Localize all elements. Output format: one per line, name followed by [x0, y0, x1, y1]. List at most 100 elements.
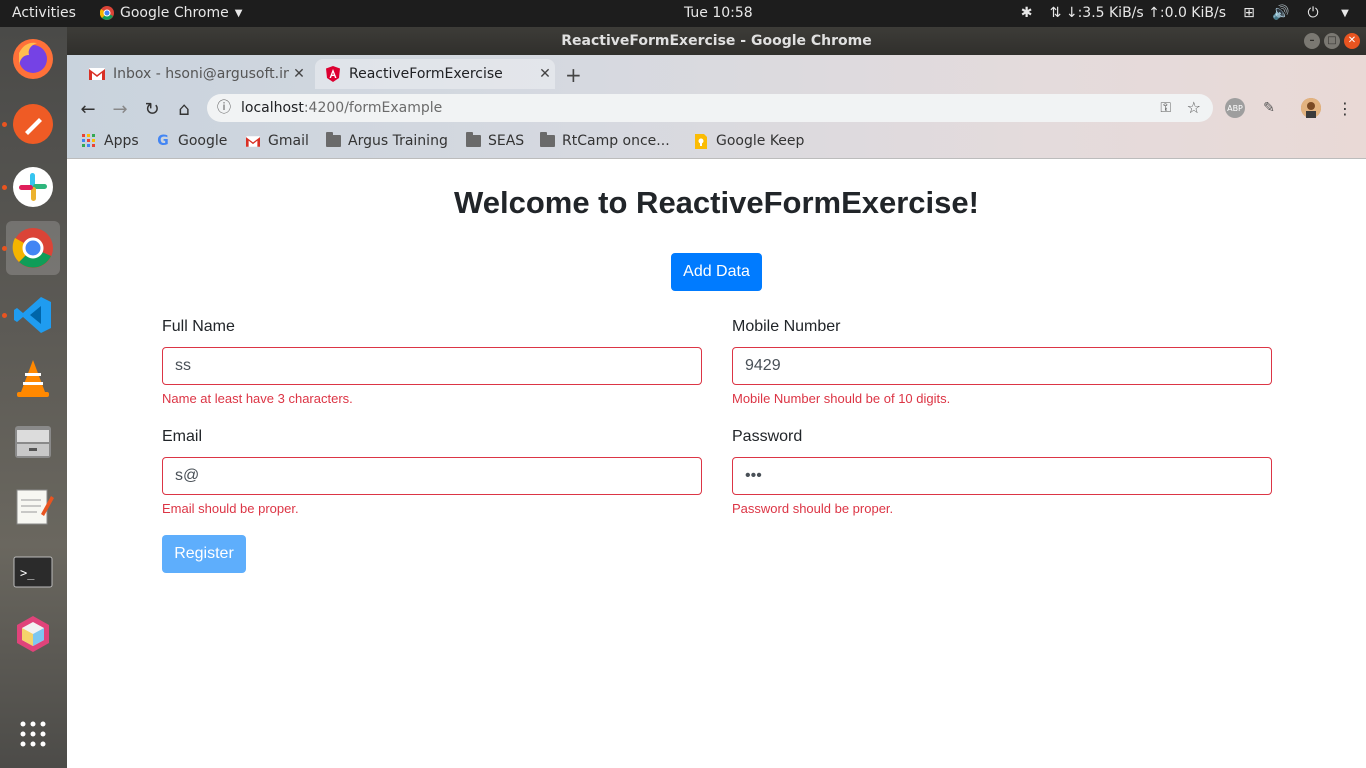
minimize-icon[interactable]: –	[1304, 33, 1320, 49]
tab-close-icon[interactable]: ✕	[535, 66, 555, 82]
tab-label: Inbox - hsoni@argusoft.in	[113, 66, 289, 82]
web-page: Welcome to ReactiveFormExercise! Add Dat…	[67, 159, 1366, 768]
page-title: Welcome to ReactiveFormExercise!	[454, 185, 979, 220]
bookmark-label: Argus Training	[348, 133, 448, 149]
slack-icon[interactable]	[6, 160, 60, 214]
running-indicator	[2, 185, 7, 190]
tab-close-icon[interactable]: ✕	[289, 66, 309, 82]
google-icon: G	[157, 133, 169, 149]
firefox-icon[interactable]	[6, 32, 60, 86]
bookmark-rtcamp[interactable]: RtCamp once...	[539, 132, 670, 149]
running-indicator	[2, 313, 7, 318]
mobile-number-input[interactable]: 9429	[732, 347, 1272, 385]
bookmark-argus-training[interactable]: Argus Training	[325, 132, 448, 149]
bookmark-google-keep[interactable]: Google Keep	[693, 133, 804, 149]
add-data-button[interactable]: Add Data	[671, 253, 762, 291]
browser-chrome: Inbox - hsoni@argusoft.in ✕ ReactiveForm…	[67, 55, 1366, 159]
window-title: ReactiveFormExercise - Google Chrome	[561, 33, 872, 49]
address-bar[interactable]: ⓘ localhost:4200/formExample ⚿ ☆	[207, 94, 1213, 122]
more-menu-icon[interactable]: ⋮	[1335, 98, 1355, 118]
tab-reactiveformexercise[interactable]: ReactiveFormExercise ✕	[315, 59, 555, 89]
home-icon[interactable]: ⌂	[173, 98, 195, 120]
system-top-bar: Activities Google Chrome ▼ Tue 10:58 ✱ ⇅…	[0, 0, 1366, 27]
apps-grid-icon	[81, 133, 97, 149]
box-icon[interactable]	[6, 607, 60, 661]
terminal-icon[interactable]: >_	[6, 545, 60, 599]
window-controls: – □ ✕	[1304, 33, 1360, 49]
adblock-plus-icon[interactable]: ABP	[1225, 98, 1245, 118]
vscode-icon[interactable]	[6, 288, 60, 342]
chevron-down-icon: ▼	[234, 7, 243, 19]
reload-icon[interactable]: ↻	[141, 98, 163, 120]
chevron-down-icon[interactable]: ▼	[1336, 4, 1354, 22]
full-name-input[interactable]: ss	[162, 347, 702, 385]
chrome-window: ReactiveFormExercise - Google Chrome – □…	[67, 27, 1366, 768]
url-text: localhost:4200/formExample	[241, 100, 443, 116]
email-input[interactable]: s@	[162, 457, 702, 495]
email-label: Email	[162, 428, 203, 445]
activities-button[interactable]: Activities	[12, 5, 76, 21]
ubuntu-dock: >_	[0, 27, 67, 768]
text-editor-icon[interactable]	[6, 479, 60, 533]
bookmark-star-icon[interactable]: ☆	[1187, 94, 1201, 122]
window-titlebar[interactable]: ReactiveFormExercise - Google Chrome – □…	[67, 27, 1366, 55]
chrome-small-icon	[100, 6, 114, 20]
maximize-icon[interactable]: □	[1324, 33, 1340, 49]
site-info-icon[interactable]: ⓘ	[217, 94, 231, 122]
slack-tray-icon[interactable]: ✱	[1018, 4, 1036, 22]
power-icon[interactable]: ⏻	[1304, 4, 1322, 22]
tab-strip: Inbox - hsoni@argusoft.in ✕ ReactiveForm…	[67, 55, 1366, 89]
forward-arrow-icon[interactable]: →	[109, 98, 131, 120]
clock[interactable]: Tue 10:58	[684, 5, 753, 21]
app-menu-label: Google Chrome	[120, 5, 229, 21]
angular-icon	[325, 66, 341, 82]
vlc-icon[interactable]	[6, 351, 60, 405]
bookmark-label: Gmail	[268, 133, 309, 149]
chrome-icon[interactable]	[6, 221, 60, 275]
bookmark-label: Apps	[104, 133, 139, 149]
key-icon[interactable]: ⚿	[1160, 94, 1171, 122]
bookmark-gmail[interactable]: Gmail	[245, 133, 309, 149]
svg-text:>_: >_	[20, 566, 35, 580]
bookmark-label: Google Keep	[716, 133, 805, 149]
google-keep-icon	[693, 133, 709, 149]
gmail-icon	[245, 133, 261, 149]
running-indicator	[2, 246, 7, 251]
network-icon[interactable]: ⊞	[1240, 4, 1258, 22]
extension-icon[interactable]: ✎	[1259, 98, 1279, 118]
bookmarks-bar: Apps G Google Gmail Argus Training SEAS	[67, 127, 1366, 159]
app-menu[interactable]: Google Chrome ▼	[100, 5, 242, 21]
bookmark-label: SEAS	[488, 133, 525, 149]
show-applications-icon[interactable]	[6, 707, 60, 761]
password-input[interactable]: •••	[732, 457, 1272, 495]
password-error: Password should be proper.	[732, 501, 894, 516]
mobile-number-label: Mobile Number	[732, 318, 841, 335]
avatar[interactable]	[1301, 98, 1321, 118]
folder-icon	[539, 132, 555, 149]
new-tab-button[interactable]: +	[565, 63, 582, 87]
running-indicator	[2, 122, 7, 127]
browser-toolbar: ← → ↻ ⌂ ⓘ localhost:4200/formExample ⚿ ☆…	[67, 89, 1366, 127]
mobile-number-error: Mobile Number should be of 10 digits.	[732, 391, 951, 406]
tab-label: ReactiveFormExercise	[349, 66, 503, 82]
back-arrow-icon[interactable]: ←	[77, 98, 99, 120]
full-name-label: Full Name	[162, 318, 235, 335]
bookmark-label: RtCamp once...	[562, 133, 670, 149]
register-button[interactable]: Register	[162, 535, 246, 573]
bookmark-seas[interactable]: SEAS	[465, 132, 525, 149]
volume-icon[interactable]: 🔊	[1272, 4, 1290, 22]
bookmark-apps[interactable]: Apps	[81, 133, 139, 149]
full-name-error: Name at least have 3 characters.	[162, 391, 353, 406]
tab-inbox[interactable]: Inbox - hsoni@argusoft.in ✕	[79, 59, 309, 89]
bookmark-label: Google	[178, 133, 228, 149]
gmail-icon	[89, 66, 105, 82]
bookmark-google[interactable]: G Google	[155, 133, 227, 149]
postman-icon[interactable]	[6, 97, 60, 151]
password-label: Password	[732, 428, 803, 445]
folder-icon	[465, 132, 481, 149]
close-icon[interactable]: ✕	[1344, 33, 1360, 49]
system-tray: ✱ ⇅ ↓:3.5 KiB/s ↑:0.0 KiB/s ⊞ 🔊 ⏻ ▼	[1018, 4, 1354, 22]
files-icon[interactable]	[6, 415, 60, 469]
email-error: Email should be proper.	[162, 501, 299, 516]
network-speed: ⇅ ↓:3.5 KiB/s ↑:0.0 KiB/s	[1049, 5, 1226, 21]
